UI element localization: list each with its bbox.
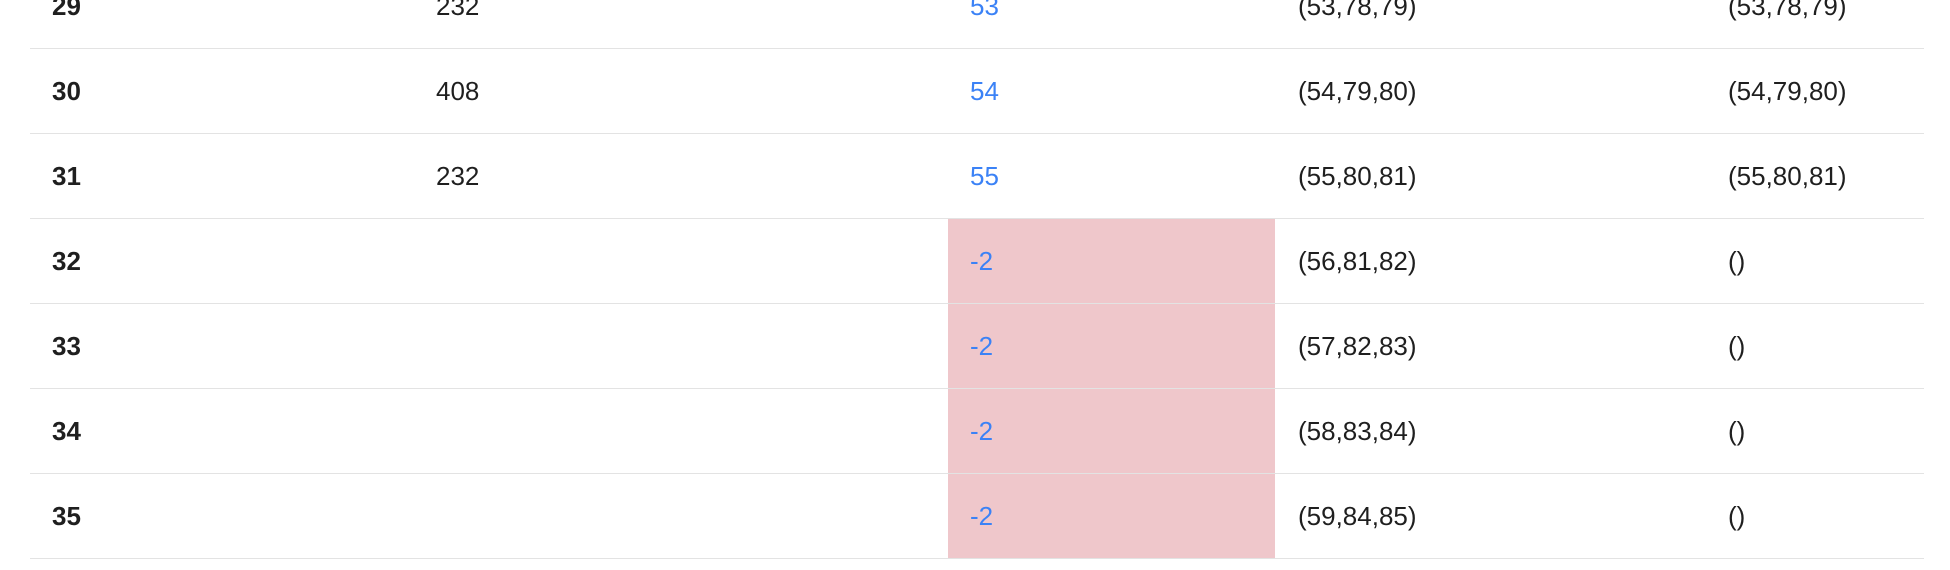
table-row: 31 232 55 (55,80,81) (55,80,81): [30, 134, 1924, 219]
row-tuple-primary: (58,83,84): [1298, 415, 1417, 446]
row-index: 34: [52, 415, 81, 446]
row-value: 232: [436, 160, 480, 191]
row-link[interactable]: 55: [948, 134, 1275, 218]
row-link[interactable]: -2: [948, 219, 1275, 303]
row-index: 32: [52, 245, 81, 276]
row-tuple-secondary: (): [1728, 245, 1746, 276]
row-index: 29: [52, 0, 81, 21]
row-link[interactable]: -2: [948, 389, 1275, 473]
row-tuple-primary: (59,84,85): [1298, 500, 1417, 531]
row-index: 30: [52, 75, 81, 106]
row-tuple-primary: (55,80,81): [1298, 160, 1417, 191]
row-value: 232: [436, 0, 480, 21]
row-tuple-primary: (53,78,79): [1298, 0, 1417, 21]
row-tuple-secondary: (): [1728, 415, 1746, 446]
table-row: 32 -2 (56,81,82) (): [30, 219, 1924, 304]
table-row: 29 232 53 (53,78,79) (53,78,79): [30, 0, 1924, 49]
row-index: 33: [52, 330, 81, 361]
table-row: 35 -2 (59,84,85) (): [30, 474, 1924, 559]
row-index: 31: [52, 160, 81, 191]
row-link[interactable]: -2: [948, 304, 1275, 388]
row-value: 408: [436, 75, 480, 106]
row-tuple-secondary: (55,80,81): [1728, 160, 1847, 191]
row-link[interactable]: -2: [948, 474, 1275, 558]
table-row: 34 -2 (58,83,84) (): [30, 389, 1924, 474]
row-index: 35: [52, 500, 81, 531]
row-tuple-secondary: (53,78,79): [1728, 0, 1847, 21]
row-tuple-secondary: (): [1728, 500, 1746, 531]
row-tuple-secondary: (): [1728, 330, 1746, 361]
table-row: 33 -2 (57,82,83) (): [30, 304, 1924, 389]
table-row: 30 408 54 (54,79,80) (54,79,80): [30, 49, 1924, 134]
row-tuple-primary: (57,82,83): [1298, 330, 1417, 361]
row-link[interactable]: 54: [948, 49, 1275, 133]
data-table: 29 232 53 (53,78,79) (53,78,79) 30 408 54 (54,79…: [30, 0, 1924, 559]
row-tuple-secondary: (54,79,80): [1728, 75, 1847, 106]
row-tuple-primary: (54,79,80): [1298, 75, 1417, 106]
row-tuple-primary: (56,81,82): [1298, 245, 1417, 276]
row-link[interactable]: 53: [948, 0, 1275, 48]
